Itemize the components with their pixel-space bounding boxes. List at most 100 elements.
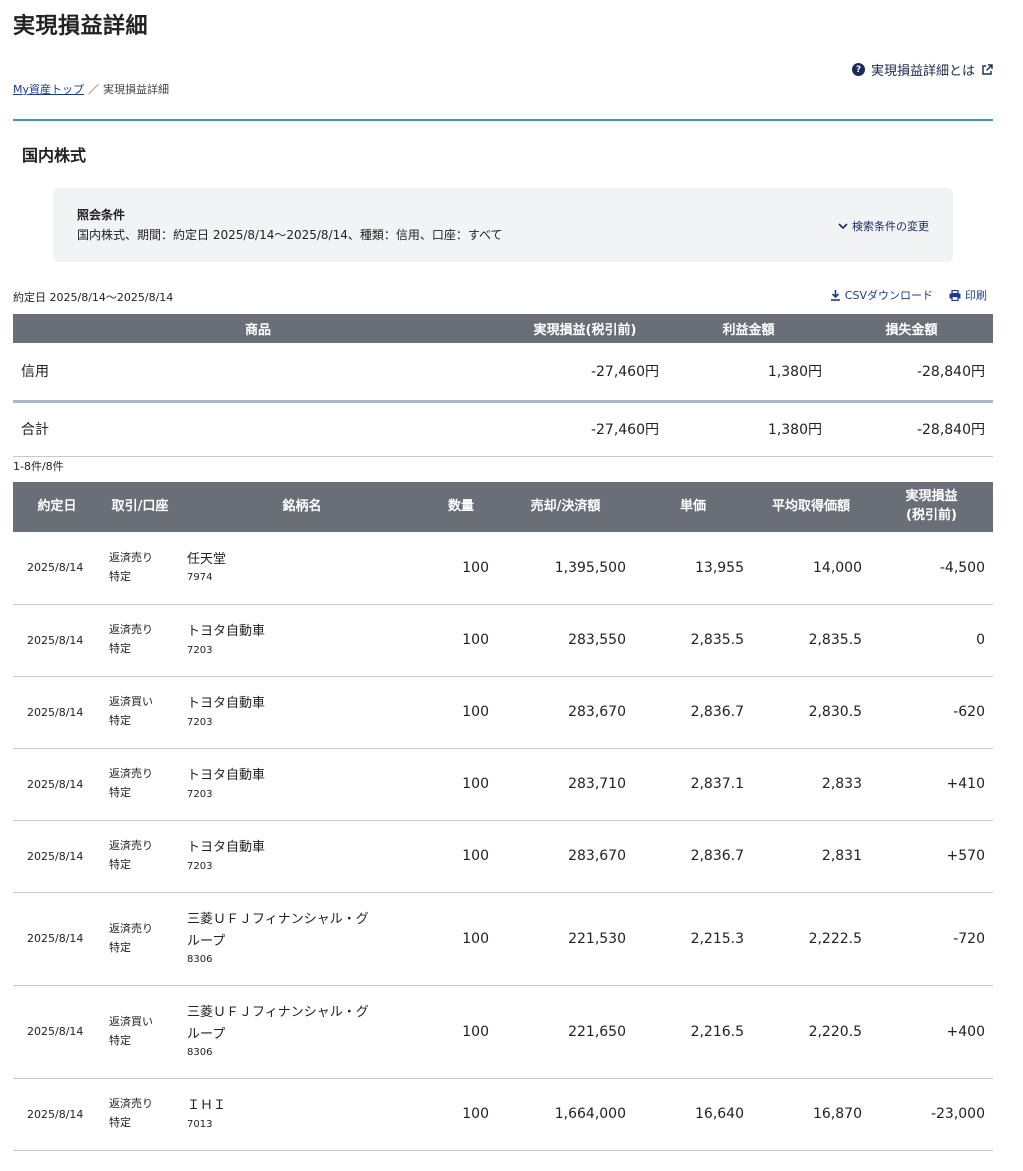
table-row: 2025/8/14 返済買い 特定 三菱ＵＦＪフィナンシャル・グ ループ 8306 100 2… [13,985,993,1079]
quantity: 100 [425,676,497,749]
trade-type: 返済売り [109,551,153,565]
stock-cell: 任天堂 7974 [179,532,425,605]
settlement-amount: 1,395,500 [497,532,634,605]
header-pl: 実現損益 (税引前) [870,482,993,532]
change-conditions-label: 検索条件の変更 [852,220,929,233]
header-qty: 数量 [425,482,497,532]
unit-price: 2,215.3 [634,892,752,986]
header-name: 銘柄名 [179,482,425,532]
breadcrumb-home-link[interactable]: My資産トップ [13,81,84,97]
change-conditions-button[interactable]: 検索条件の変更 [838,218,929,234]
header-date: 約定日 [13,482,101,532]
stock-name: トヨタ自動車 [187,840,266,856]
summary-table: 商品 実現損益(税引前) 利益金額 損失金額 信用 -27,460円 1,380… [13,314,993,457]
section-title: 国内株式 [22,146,87,165]
average-cost: 2,220.5 [752,985,870,1079]
average-cost: 2,835.5 [752,604,870,677]
realized-pl: 0 [870,604,993,677]
detail-header-row: 約定日 取引/口座 銘柄名 数量 売却/決済額 単価 平均取得価額 実現損益 (… [13,482,993,532]
summary-total-realized: -27,460円 [503,401,667,457]
result-count: 1-8件/8件 [13,460,64,473]
average-cost: 2,833 [752,748,870,821]
trade-type: 返済売り [109,839,153,853]
stock-cell: トヨタ自動車 7203 [179,676,425,749]
stock-code: 8306 [187,1046,213,1058]
external-link-icon [982,63,993,75]
quantity: 100 [425,604,497,677]
stock-code: 7203 [187,788,213,800]
table-row: 2025/8/14 返済売り 特定 三菱ＵＦＪフィナンシャル・グ ループ 8306 100 2… [13,892,993,986]
trade-account-cell: 返済売り 特定 [101,892,179,986]
table-row: 2025/8/14 返済買い 特定 トヨタ自動車 7203 100 283,670 2,836… [13,676,993,749]
summary-profit: 1,380円 [667,343,830,403]
trade-type: 返済売り [109,767,153,781]
header-avg: 平均取得価額 [752,482,870,532]
settlement-amount: 283,550 [497,604,634,677]
average-cost: 16,870 [752,1078,870,1151]
chevron-down-icon [838,223,848,230]
average-cost: 2,831 [752,820,870,893]
page-title: 実現損益詳細 [13,14,149,39]
csv-download-label: CSVダウンロード [844,289,933,302]
account-type: 特定 [109,940,131,954]
summary-realized: -27,460円 [503,343,667,403]
breadcrumb-current: 実現損益詳細 [103,83,170,96]
quantity: 100 [425,1078,497,1151]
trade-account-cell: 返済買い 特定 [101,985,179,1079]
trade-date: 2025/8/14 [13,820,101,893]
stock-cell: トヨタ自動車 7203 [179,748,425,821]
stock-code: 7974 [187,572,213,584]
stock-code: 7013 [187,1118,213,1130]
trade-account-cell: 返済売り 特定 [101,604,179,677]
unit-price: 2,836.7 [634,820,752,893]
unit-price: 2,836.7 [634,676,752,749]
print-button[interactable]: 印刷 [949,287,987,303]
realized-pl: +400 [870,985,993,1079]
stock-cell: トヨタ自動車 7203 [179,820,425,893]
stock-code: 7203 [187,716,213,728]
printer-icon [949,289,961,301]
stock-code: 8306 [187,953,213,965]
summary-header-profit: 利益金額 [667,314,830,343]
header-pl-line1: 実現損益 [905,489,958,505]
settlement-amount: 283,670 [497,676,634,749]
header-price: 単価 [634,482,752,532]
stock-name-line1: 三菱ＵＦＪフィナンシャル・グ [187,1005,369,1021]
download-icon [830,290,840,301]
header-pl-line2: (税引前) [906,508,957,523]
account-type: 特定 [109,642,131,655]
table-row: 2025/8/14 返済売り 特定 任天堂 7974 100 1,395,500 13,955… [13,532,993,605]
stock-name-line1: 三菱ＵＦＪフィナンシャル・グ [187,912,369,928]
account-type: 特定 [109,1033,131,1047]
summary-loss: -28,840円 [830,343,993,403]
stock-name: トヨタ自動車 [187,624,266,640]
quantity: 100 [425,892,497,986]
stock-name-line2: ループ [187,1026,226,1042]
quantity: 100 [425,820,497,893]
realized-pl: -720 [870,892,993,986]
question-icon: ? [851,63,865,76]
detail-table: 約定日 取引/口座 銘柄名 数量 売却/決済額 単価 平均取得価額 実現損益 (… [13,482,993,1151]
trade-date: 2025/8/14 [13,985,101,1079]
trade-account-cell: 返済売り 特定 [101,532,179,605]
unit-price: 2,835.5 [634,604,752,677]
summary-total-label: 合計 [13,401,503,457]
average-cost: 2,222.5 [752,892,870,986]
help-link[interactable]: ? 実現損益詳細とは [851,60,993,79]
realized-pl: -4,500 [870,532,993,605]
quantity: 100 [425,748,497,821]
unit-price: 13,955 [634,532,752,605]
average-cost: 14,000 [752,532,870,605]
settlement-amount: 283,710 [497,748,634,821]
trade-date: 2025/8/14 [13,676,101,749]
trade-type: 返済買い [109,1014,153,1028]
settlement-amount: 283,670 [497,820,634,893]
account-type: 特定 [109,786,131,799]
csv-download-button[interactable]: CSVダウンロード [830,287,933,303]
stock-cell: ＩＨＩ 7013 [179,1078,425,1151]
realized-pl: -23,000 [870,1078,993,1151]
conditions-text: 国内株式、期間：約定日 2025/8/14〜2025/8/14、種類：信用、口座… [77,228,503,242]
quantity: 100 [425,532,497,605]
account-type: 特定 [109,858,131,871]
stock-name-line2: ループ [187,933,226,949]
